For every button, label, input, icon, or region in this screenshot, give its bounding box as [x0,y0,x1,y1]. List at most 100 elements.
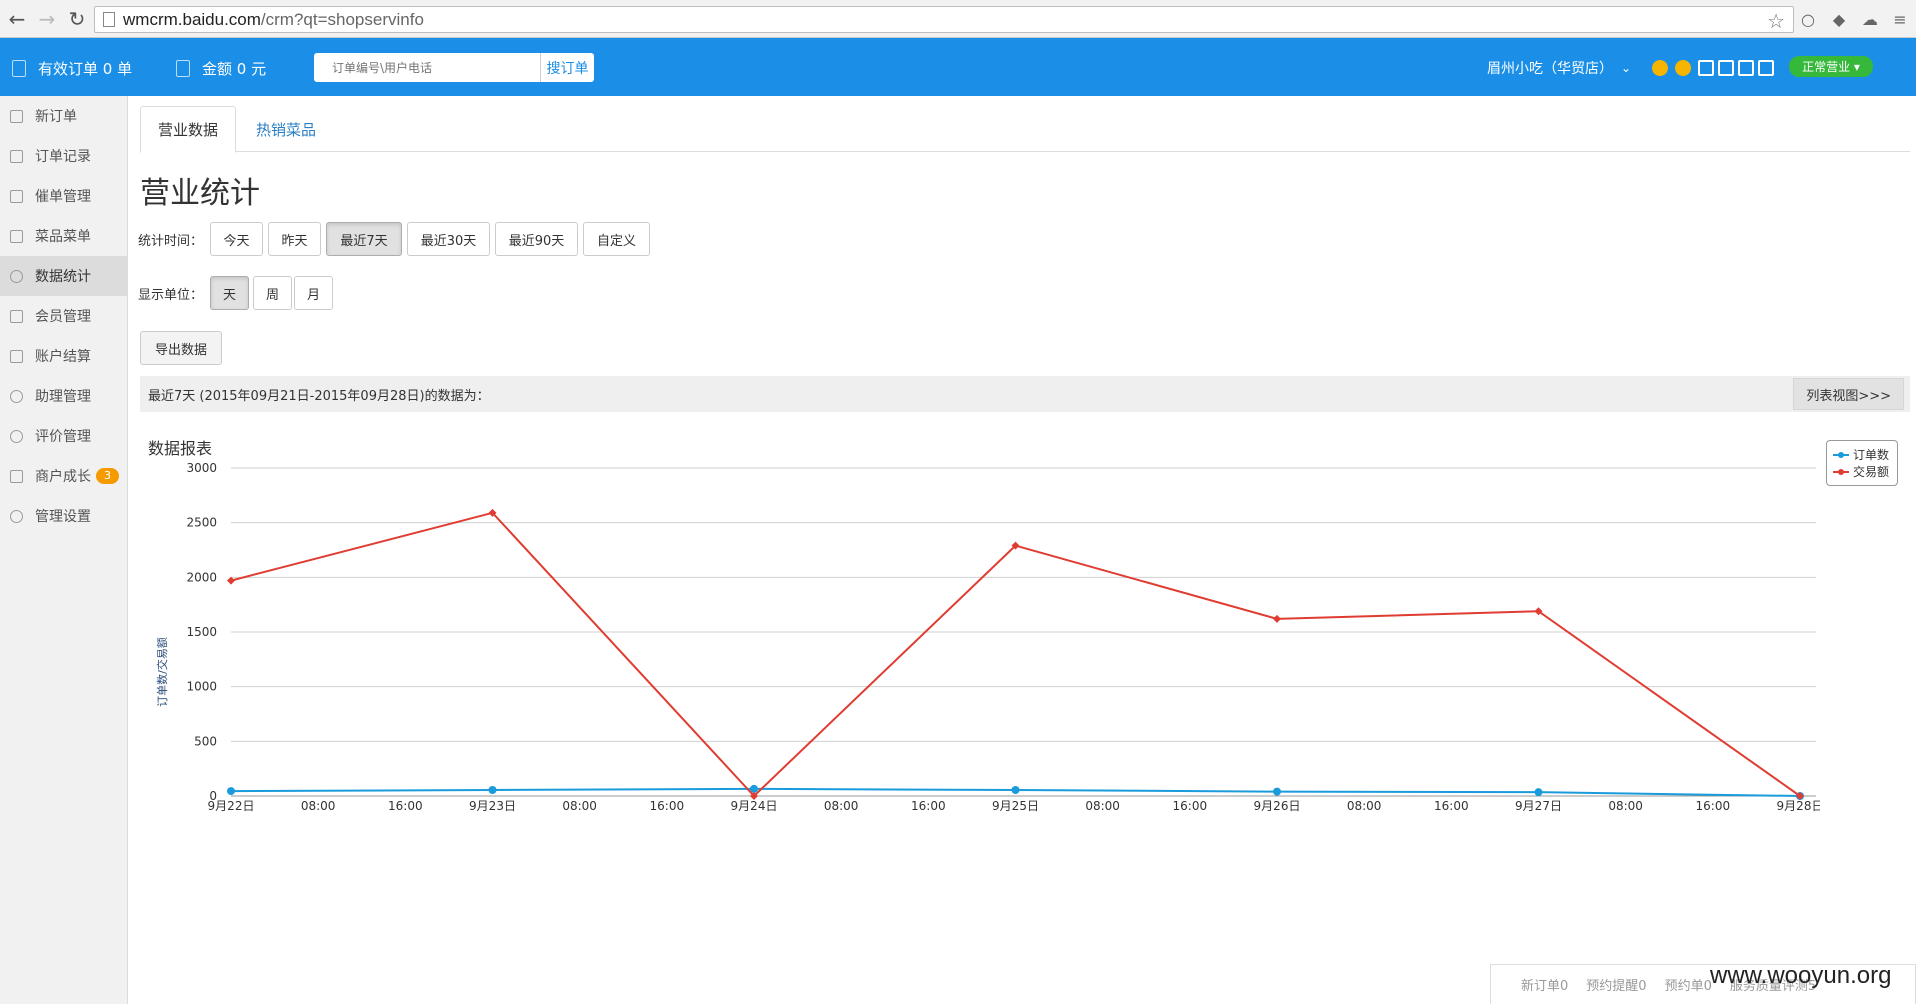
data-point[interactable] [227,787,235,796]
comment-icon [10,429,23,443]
tab-business-data[interactable]: 营业数据 [140,106,236,153]
order-icon [10,109,23,123]
x-tick-label: 9月28日 [1777,799,1820,813]
list-icon [10,229,23,243]
x-tick-label: 9月24日 [731,799,778,813]
sidebar-item-statistics[interactable]: 数据统计 [0,256,127,296]
time-custom-button[interactable]: 自定义 [583,222,650,256]
order-search-input[interactable] [314,53,540,82]
money-icon [176,60,190,77]
page-title: 营业统计 [140,176,260,211]
business-status-button[interactable]: 正常营业 ▾ [1789,56,1873,77]
copy-icon [10,149,23,163]
extension-diamond-icon[interactable]: ◆ [1829,9,1849,29]
chart-legend[interactable]: 订单数 交易额 [1826,440,1898,486]
growth-badge: 3 [96,468,119,484]
address-bar[interactable]: wmcrm.baidu.com/crm?qt=shopservinfo ☆ [94,6,1794,33]
date-range-info: 最近7天 (2015年09月21日-2015年09月28日)的数据为： 列表视图… [140,376,1910,412]
unit-day-button[interactable]: 天 [210,276,249,310]
time-90days-button[interactable]: 最近90天 [495,222,578,256]
data-point[interactable] [1534,788,1543,797]
data-point[interactable] [1273,614,1281,623]
sidebar-item-assistants[interactable]: 助理管理 [0,376,127,416]
y-axis-label: 订单数/交易额 [155,637,169,707]
unit-week-button[interactable]: 周 [253,276,292,310]
time-30days-button[interactable]: 最近30天 [407,222,490,256]
unit-month-button[interactable]: 月 [294,276,333,310]
clipboard-icon [10,349,23,363]
x-tick-label: 16:00 [1696,799,1731,813]
store-icon[interactable] [1718,60,1734,76]
export-data-button[interactable]: 导出数据 [140,331,222,365]
sidebar-item-new-orders[interactable]: 新订单 [0,96,127,136]
menu-icon[interactable]: ≡ [1890,9,1910,29]
trend-chart-icon [10,469,23,483]
sidebar: 新订单 订单记录 催单管理 菜品菜单 数据统计 会员管理 账户结算 助理管理 评… [0,96,128,1004]
x-tick-label: 16:00 [388,799,423,813]
search-orders-button[interactable]: 搜订单 [540,53,594,82]
sidebar-item-order-history[interactable]: 订单记录 [0,136,127,176]
diamond-icon [10,309,23,323]
x-tick-label: 08:00 [1085,799,1120,813]
pie-chart-icon [10,269,23,283]
time-7days-button[interactable]: 最近7天 [326,222,402,256]
series-line-1 [230,511,1801,798]
gear-icon [10,509,23,523]
coin-icon[interactable] [1652,60,1668,76]
sidebar-item-reminders[interactable]: 催单管理 [0,176,127,216]
data-point[interactable] [1273,787,1281,796]
shop-selector[interactable]: 眉州小吃（华贸店） ⌄ [1487,58,1631,78]
data-point[interactable] [1011,785,1020,794]
x-tick-label: 16:00 [1434,799,1469,813]
x-axis-ticks: 9月22日 08:00 16:00 9月23日 08:00 16:00 9月24日 08:00… [208,799,1820,813]
unit-filter-label: 显示单位： [138,288,204,303]
y-tick-label: 2500 [186,516,217,530]
y-tick-label: 500 [194,734,217,748]
sidebar-item-members[interactable]: 会员管理 [0,296,127,336]
sidebar-item-growth[interactable]: 商户成长 3 [0,456,127,496]
y-tick-label: 2000 [186,570,217,584]
sidebar-item-menu[interactable]: 菜品菜单 [0,216,127,256]
x-tick-label: 16:00 [1173,799,1208,813]
url-text: wmcrm.baidu.com/crm?qt=shopservinfo [123,9,424,29]
tab-hot-dishes[interactable]: 热销菜品 [248,106,324,153]
phone-icon[interactable] [1698,60,1714,76]
tools-icon[interactable] [1738,60,1754,76]
bookmark-star-icon[interactable]: ☆ [1767,9,1785,33]
x-tick-label: 08:00 [1347,799,1382,813]
x-tick-label: 08:00 [562,799,597,813]
legend-swatch [1833,468,1849,475]
x-tick-label: 08:00 [1608,799,1643,813]
x-tick-label: 9月27日 [1515,799,1562,813]
footer-reservations[interactable]: 预约单0 [1665,975,1712,994]
extension-cloud-icon[interactable]: ☁ [1860,9,1880,29]
time-yesterday-button[interactable]: 昨天 [268,222,321,256]
chart-grid [231,467,1816,797]
forward-icon[interactable]: → [34,6,60,32]
x-tick-label: 9月22日 [208,799,255,813]
x-tick-label: 16:00 [911,799,946,813]
coin-icon-2[interactable] [1675,60,1691,76]
card-icon[interactable] [1758,60,1774,76]
x-tick-label: 9月23日 [469,799,516,813]
list-view-button[interactable]: 列表视图>>> [1793,378,1904,410]
back-icon[interactable]: ← [4,6,30,32]
footer-new-orders[interactable]: 新订单0 [1521,975,1568,994]
chart-title: 数据报表 [148,439,212,458]
time-today-button[interactable]: 今天 [210,222,263,256]
y-axis-ticks: 050010001500200025003000 [186,461,217,803]
extension-circle-icon[interactable]: ○ [1798,9,1818,29]
footer-reservation-reminders[interactable]: 预约提醒0 [1586,975,1646,994]
reload-icon[interactable]: ↻ [64,6,90,32]
legend-item-revenue[interactable]: 交易额 [1833,463,1891,480]
top-bar: 有效订单 0 单 金额 0 元 搜订单 眉州小吃（华贸店） ⌄ 正常营业 ▾ [0,38,1916,96]
page-icon [103,12,115,27]
sidebar-item-settlement[interactable]: 账户结算 [0,336,127,376]
user-icon [10,389,23,403]
x-tick-label: 08:00 [301,799,336,813]
sidebar-item-reviews[interactable]: 评价管理 [0,416,127,456]
data-point[interactable] [488,785,497,794]
sidebar-item-settings[interactable]: 管理设置 [0,496,127,536]
document-icon [12,60,26,77]
legend-item-orders[interactable]: 订单数 [1833,446,1891,463]
